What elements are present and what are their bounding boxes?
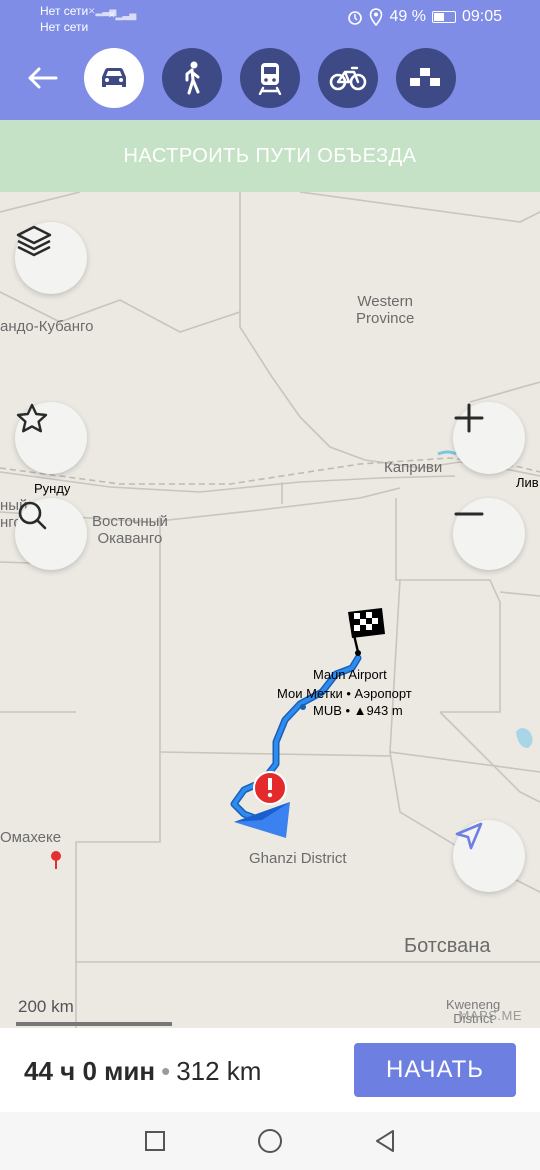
watermark: MAPS.ME — [458, 1008, 522, 1023]
configure-avoid-banner[interactable]: НАСТРОИТЬ ПУТИ ОБЪЕЗДА — [0, 120, 540, 192]
map-pin-icon[interactable] — [51, 851, 61, 869]
label-caprivi: Каприви — [384, 459, 443, 476]
scale-label: 200 km — [18, 997, 74, 1016]
location-icon — [370, 8, 383, 26]
map-view[interactable]: Western Province андо-Кубанго Рунду Вост… — [0, 192, 540, 1028]
minus-icon — [454, 512, 484, 516]
back-button[interactable] — [20, 56, 64, 100]
mode-taxi-button[interactable] — [396, 48, 456, 108]
signal-icon-2: ✕▂▃▅ — [108, 10, 137, 20]
bicycle-icon — [329, 66, 367, 91]
zoom-in-button[interactable] — [453, 402, 525, 474]
route-mode-toolbar — [0, 36, 540, 120]
mode-car-button[interactable] — [84, 48, 144, 108]
battery-percent: 49 % — [389, 8, 426, 25]
taxi-icon — [410, 68, 440, 86]
my-location-button[interactable] — [453, 820, 525, 892]
sim1-status: Нет сети — [40, 4, 89, 18]
label-ghanzi: Ghanzi District — [249, 850, 347, 867]
destination-elevation: MUB • ▲943 m — [313, 703, 403, 718]
search-button[interactable] — [15, 498, 87, 570]
route-info: 44 ч 0 мин • 312 km — [24, 1056, 261, 1087]
label-cuando: андо-Кубанго — [0, 318, 94, 335]
label-rundu: Рунду — [34, 481, 71, 496]
bookmarks-button[interactable] — [15, 402, 87, 474]
location-arrow-icon — [455, 822, 483, 850]
route-distance: 312 km — [176, 1056, 262, 1086]
triangle-back-icon — [376, 1130, 394, 1152]
square-icon — [145, 1131, 165, 1151]
start-button-label: НАЧАТЬ — [385, 1056, 484, 1083]
status-right: 49 % 09:05 — [347, 8, 502, 26]
label-kavango-east: Восточный Окаванго — [92, 513, 168, 547]
route-separator: • — [161, 1056, 171, 1086]
mode-bike-button[interactable] — [318, 48, 378, 108]
system-nav-bar — [0, 1112, 540, 1170]
home-button[interactable] — [255, 1126, 285, 1156]
alarm-icon — [348, 11, 363, 25]
battery-icon — [431, 11, 456, 23]
route-time: 44 ч 0 мин — [24, 1056, 156, 1086]
arrow-left-icon — [28, 67, 58, 89]
destination-category: Мои Метки • Аэропорт — [277, 686, 412, 701]
sim2-status: Нет сети — [40, 20, 89, 34]
label-liv: Лив — [516, 475, 539, 490]
search-icon — [18, 501, 47, 530]
zoom-out-button[interactable] — [453, 498, 525, 570]
app-screen: Нет сети Нет сети ✕▂▃▅ ✕▂▃▅ 49 % 09:05 Н… — [0, 0, 540, 1170]
plus-icon — [454, 403, 484, 433]
label-omaheke: Омахеке — [0, 829, 62, 846]
status-bar: Нет сети Нет сети ✕▂▃▅ ✕▂▃▅ 49 % 09:05 — [0, 0, 540, 36]
mode-walk-button[interactable] — [162, 48, 222, 108]
finish-flag-icon[interactable] — [348, 608, 385, 656]
scale-bar — [16, 1022, 172, 1026]
train-icon — [258, 63, 282, 95]
route-summary-panel: 44 ч 0 мин • 312 km НАЧАТЬ — [0, 1028, 540, 1112]
star-icon — [16, 403, 48, 433]
destination-name: Maun Airport — [313, 667, 387, 682]
back-nav-button[interactable] — [370, 1126, 400, 1156]
configure-avoid-label: НАСТРОИТЬ ПУТИ ОБЪЕЗДА — [123, 144, 417, 167]
mode-transit-button[interactable] — [240, 48, 300, 108]
warning-icon[interactable] — [253, 771, 287, 805]
layers-icon — [16, 225, 52, 257]
walker-icon — [185, 61, 200, 95]
start-button[interactable]: НАЧАТЬ — [354, 1043, 516, 1097]
label-botswana: Ботсвана — [404, 935, 491, 957]
label-western-province: Western Province — [356, 293, 415, 327]
car-icon — [102, 68, 126, 87]
layers-button[interactable] — [15, 222, 87, 294]
recents-button[interactable] — [140, 1126, 170, 1156]
circle-icon — [258, 1129, 282, 1153]
navigation-arrow-icon — [234, 802, 290, 838]
clock: 09:05 — [461, 8, 502, 25]
